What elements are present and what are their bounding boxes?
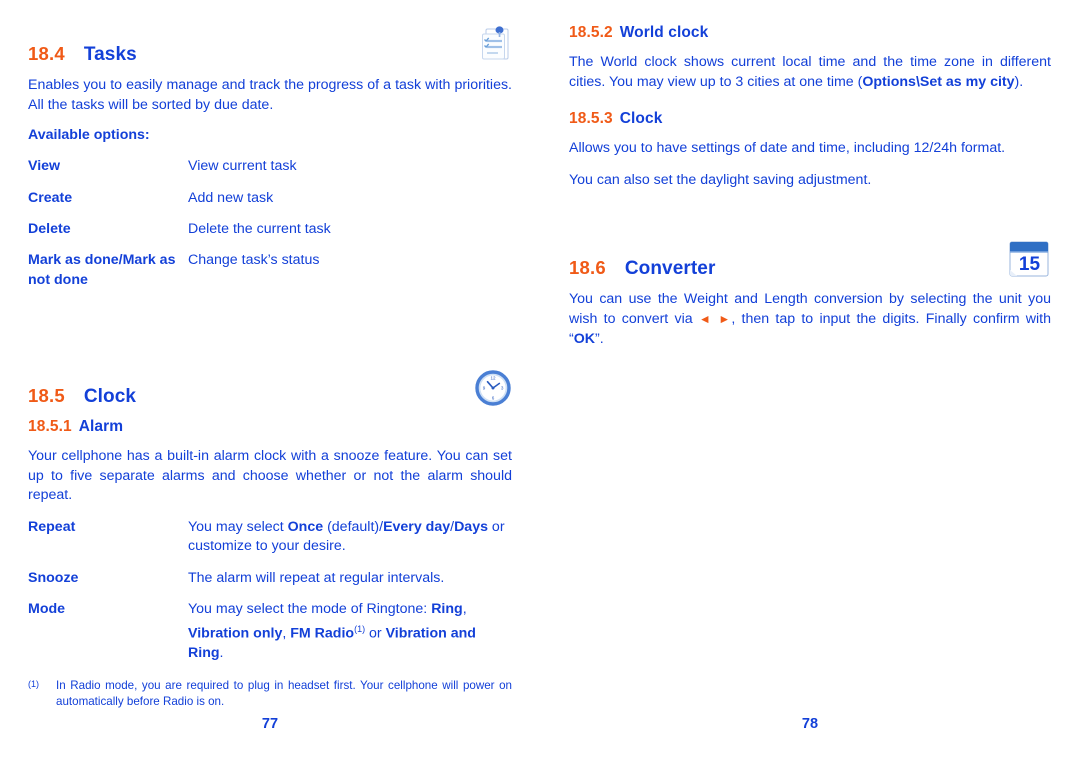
footnote-marker: (1) <box>28 679 39 689</box>
value-text: , <box>462 601 467 618</box>
section-title: Converter <box>624 258 716 280</box>
value-bold: Vibration only <box>188 625 283 642</box>
calendar-icon: 15 <box>1007 239 1051 279</box>
paragraph-text: ”. <box>595 330 604 347</box>
option-value: View current task <box>188 158 297 175</box>
converter-text: You can use the Weight and Length conver… <box>569 290 1051 349</box>
alarm-intro: Your cellphone has a built-in alarm cloc… <box>28 448 512 504</box>
option-key: View <box>28 158 61 175</box>
table-row: Snooze The alarm will repeat at regular … <box>28 569 512 600</box>
notepad-icon <box>478 26 512 62</box>
section-title: Tasks <box>83 44 137 65</box>
option-value: Add new task <box>188 189 274 206</box>
option-key: Mark as done/Mark as not done <box>28 252 176 288</box>
paragraph-bold: OK <box>573 330 596 347</box>
option-value: You may select Once (default)/Every day/… <box>188 518 512 569</box>
clock-settings-paragraph-1: Allows you to have settings of date and … <box>569 140 1006 157</box>
svg-text:9: 9 <box>483 386 486 391</box>
option-key: Mode <box>28 601 66 618</box>
section-number: 18.5 <box>28 385 65 407</box>
subsection-title: World clock <box>619 24 709 41</box>
alarm-options-table: Repeat You may select Once (default)/Eve… <box>28 518 512 675</box>
calendar-day-text: 15 <box>1019 254 1041 275</box>
subsection-number: 18.5.2 <box>569 24 613 41</box>
svg-text:12: 12 <box>490 376 496 381</box>
world-clock-text: The World clock shows current local time… <box>569 53 1051 92</box>
page-left: 18.4 Tasks .............................… <box>0 0 540 767</box>
value-text: You may select the mode of Ringtone: <box>188 601 432 618</box>
value-bold: Every day <box>383 519 451 535</box>
value-text: . <box>219 644 224 661</box>
page-number: 78 <box>801 716 819 732</box>
tasks-options-table: View View current task Create Add new ta… <box>28 157 512 302</box>
heading-alarm: 18.5.1 Alarm <box>28 418 512 436</box>
footnote-text: In Radio mode, you are required to plug … <box>56 679 512 708</box>
paragraph-text: ). <box>1014 73 1024 90</box>
option-key: Delete <box>28 221 71 237</box>
page-number: 77 <box>261 716 279 732</box>
value-text: or <box>365 625 386 642</box>
value-bold: Once <box>287 519 324 535</box>
clock-settings-paragraph-2: You can also set the daylight saving adj… <box>569 171 872 188</box>
analog-clock-icon: 12 3 6 9 <box>474 369 512 407</box>
heading-world-clock: 18.5.2 World clock <box>569 24 1051 42</box>
value-text: You may select <box>188 519 288 535</box>
left-right-arrows-icon: ◄ ► <box>698 311 732 326</box>
option-key: Repeat <box>28 519 76 535</box>
subsection-title: Alarm <box>78 418 124 436</box>
right-column: 18.5.2 World clock The World clock shows … <box>569 24 1051 361</box>
subsection-title: Clock <box>619 110 663 128</box>
option-key: Snooze <box>28 569 79 586</box>
subsection-number: 18.5.1 <box>28 418 72 436</box>
table-row: Mark as done/Mark as not done Change tas… <box>28 251 512 302</box>
paragraph-bold: Options\Set as my city <box>862 73 1015 90</box>
section-number: 18.4 <box>28 43 65 64</box>
available-options-label: Available options: <box>28 127 150 144</box>
svg-text:3: 3 <box>501 386 504 391</box>
table-row: Repeat You may select Once (default)/Eve… <box>28 518 512 569</box>
option-key: Create <box>28 189 73 206</box>
option-value: Delete the current task <box>188 221 331 237</box>
heading-tasks: 18.4 Tasks .............................… <box>28 24 512 66</box>
subsection-number: 18.5.3 <box>569 110 613 128</box>
heading-clock-settings: 18.5.3 Clock <box>569 110 1051 128</box>
footnote-marker: (1) <box>354 623 366 634</box>
section-title: Clock <box>83 386 137 408</box>
value-bold: Ring <box>431 601 463 618</box>
option-value: You may select the mode of Ringtone: Rin… <box>188 600 512 675</box>
option-value: The alarm will repeat at regular interva… <box>188 569 445 586</box>
table-row: Delete Delete the current task <box>28 220 512 251</box>
value-text: (default)/ <box>323 519 384 535</box>
tasks-intro: Enables you to easily manage and track t… <box>28 77 512 113</box>
svg-text:6: 6 <box>492 396 495 401</box>
left-column: 18.4 Tasks .............................… <box>28 24 512 675</box>
heading-converter: 18.6 Converter .........................… <box>569 234 1051 280</box>
value-bold: FM Radio <box>290 625 355 642</box>
table-row: Mode You may select the mode of Ringtone… <box>28 600 512 675</box>
table-row: View View current task <box>28 157 512 188</box>
heading-clock: 18.5 Clock .............................… <box>28 364 512 408</box>
value-bold: Days <box>454 519 488 535</box>
footnote: (1) In Radio mode, you are required to p… <box>28 678 512 709</box>
page-right: 18.5.2 World clock The World clock shows … <box>540 0 1080 767</box>
option-value: Change task’s status <box>188 252 320 269</box>
table-row: Create Add new task <box>28 189 512 220</box>
section-number: 18.6 <box>569 257 606 279</box>
